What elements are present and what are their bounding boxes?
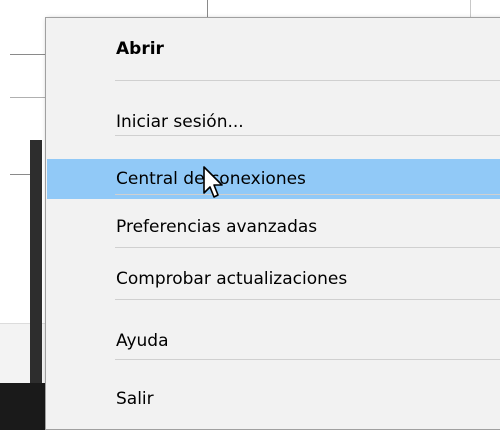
- menu-separator: [115, 247, 500, 248]
- menu-item-label: Abrir: [116, 39, 164, 59]
- background-divider: [10, 54, 45, 55]
- menu-item-label: Iniciar sesión...: [116, 112, 244, 132]
- menu-item-label: Salir: [116, 389, 154, 409]
- background-divider: [10, 97, 45, 98]
- menu-item-iniciar-sesion[interactable]: Iniciar sesión...: [47, 102, 500, 142]
- menu-item-ayuda[interactable]: Ayuda: [47, 321, 500, 361]
- menu-item-label: Comprobar actualizaciones: [116, 269, 348, 289]
- menu-item-label: Central de conexiones: [116, 169, 306, 189]
- menu-separator: [115, 299, 500, 300]
- menu-separator: [115, 135, 500, 136]
- menu-separator: [115, 359, 500, 360]
- context-menu: Abrir Iniciar sesión... Central de conex…: [45, 17, 500, 430]
- menu-separator: [115, 194, 500, 195]
- menu-item-central-de-conexiones[interactable]: Central de conexiones: [47, 159, 500, 199]
- menu-item-abrir[interactable]: Abrir: [47, 29, 500, 69]
- menu-separator: [115, 80, 500, 81]
- menu-item-preferencias-avanzadas[interactable]: Preferencias avanzadas: [47, 207, 500, 247]
- menu-item-label: Ayuda: [116, 331, 169, 351]
- menu-item-salir[interactable]: Salir: [47, 379, 500, 419]
- menu-item-label: Preferencias avanzadas: [116, 217, 318, 237]
- menu-item-comprobar-actualizaciones[interactable]: Comprobar actualizaciones: [47, 259, 500, 299]
